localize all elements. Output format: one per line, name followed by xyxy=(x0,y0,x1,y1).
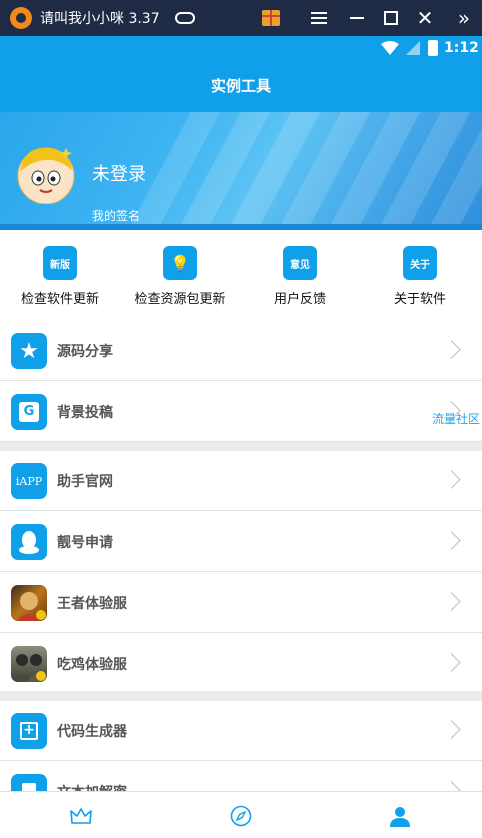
close-icon[interactable]: ✕ xyxy=(414,0,436,36)
list-item-official-site[interactable]: iAPP 助手官网 xyxy=(0,451,482,511)
tab-discover[interactable] xyxy=(225,800,257,832)
list-item-background-submit[interactable]: G 背景投稿 xyxy=(0,382,482,442)
iapp-icon: iAPP xyxy=(11,463,47,499)
signal-icon xyxy=(406,41,420,55)
quick-action-label: 检查软件更新 xyxy=(20,292,99,307)
gamepad-icon[interactable] xyxy=(174,0,196,36)
minimize-icon[interactable] xyxy=(346,0,368,36)
about-app-button[interactable]: 关于 关于软件 xyxy=(360,246,480,307)
list-item-label: 王者体验服 xyxy=(57,596,127,612)
code-generator-icon-plus: + xyxy=(20,722,38,740)
star-icon: ★ xyxy=(11,333,47,369)
username[interactable]: 未登录 xyxy=(92,160,146,186)
chevron-right-icon xyxy=(442,340,461,359)
status-bar: 1:12 xyxy=(0,36,482,62)
hero-game-icon xyxy=(11,585,47,621)
list-item-label: 助手官网 xyxy=(57,474,113,490)
emulator-title: 请叫我小小咪 3.37 xyxy=(40,11,160,27)
new-version-icon: 新版 xyxy=(43,246,77,280)
emulator-title-bar: 请叫我小小咪 3.37 ✕ » xyxy=(0,0,482,36)
check-app-update-button[interactable]: 新版 检查软件更新 xyxy=(0,246,120,307)
list-item-vanity-number[interactable]: 靓号申请 xyxy=(0,512,482,572)
chevron-right-icon xyxy=(442,720,461,739)
quick-action-label: 用户反馈 xyxy=(273,292,326,307)
section-divider xyxy=(0,691,482,701)
list-item-label: 背景投稿 xyxy=(57,405,113,421)
compass-icon xyxy=(230,805,252,827)
tab-profile[interactable] xyxy=(384,800,416,832)
list-item-code-generator[interactable]: + 代码生成器 xyxy=(0,701,482,761)
chevron-right-icon xyxy=(442,470,461,489)
maximize-icon[interactable] xyxy=(380,0,402,36)
chevron-right-icon xyxy=(442,531,461,550)
pubg-game-icon xyxy=(11,646,47,682)
quick-action-label: 关于软件 xyxy=(393,292,446,307)
list-item-label: 靓号申请 xyxy=(57,535,113,551)
list-item-label: 代码生成器 xyxy=(57,724,127,740)
signature[interactable]: 我的签名 xyxy=(92,207,140,224)
list-item-source-share[interactable]: ★ 源码分享 xyxy=(0,321,482,381)
avatar[interactable] xyxy=(14,144,78,204)
battery-icon xyxy=(428,40,438,56)
lightbulb-icon: 💡 xyxy=(163,246,197,280)
list-item-label: 吃鸡体验服 xyxy=(57,657,127,673)
watermark: 流量社区 xyxy=(432,412,481,426)
about-icon: 关于 xyxy=(403,246,437,280)
feedback-icon: 意见 xyxy=(283,246,317,280)
chevron-right-icon xyxy=(442,592,461,611)
crown-icon xyxy=(70,808,92,824)
list-item-hero-test-server[interactable]: 王者体验服 xyxy=(0,573,482,633)
check-resource-update-button[interactable]: 💡 检查资源包更新 xyxy=(120,246,240,307)
list-item-label: 源码分享 xyxy=(57,344,113,360)
quick-actions: 新版 检查软件更新 💡 检查资源包更新 意见 用户反馈 关于 关于软件 xyxy=(0,230,482,320)
emulator-logo-icon xyxy=(10,7,32,29)
gift-icon[interactable] xyxy=(260,0,282,36)
bottom-navigation xyxy=(0,791,482,838)
code-generator-icon: + xyxy=(11,713,47,749)
quick-action-label: 检查资源包更新 xyxy=(134,292,226,307)
expand-sidebar-icon[interactable]: » xyxy=(452,0,476,36)
translate-icon-letter: G xyxy=(19,402,39,422)
person-icon xyxy=(390,807,410,827)
list-item-pubg-test-server[interactable]: 吃鸡体验服 xyxy=(0,634,482,694)
status-time: 1:12 xyxy=(444,40,479,56)
translate-icon: G xyxy=(11,394,47,430)
tab-home[interactable] xyxy=(65,800,97,832)
user-feedback-button[interactable]: 意见 用户反馈 xyxy=(240,246,360,307)
wifi-icon xyxy=(381,41,399,55)
menu-icon[interactable] xyxy=(308,0,330,36)
page-title: 实例工具 xyxy=(0,62,482,112)
qq-icon xyxy=(11,524,47,560)
chevron-right-icon xyxy=(442,653,461,672)
